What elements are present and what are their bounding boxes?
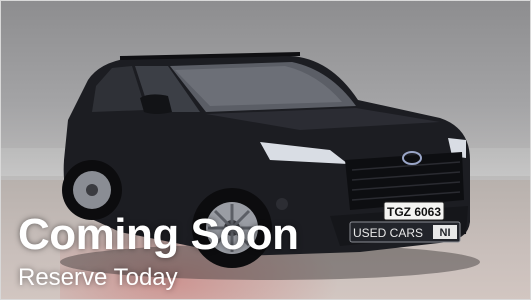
vehicle-photo: TGZ 6063 USED CARS NI Coming Soon Reserv… bbox=[0, 0, 531, 300]
dealer-plate-label: USED CARS bbox=[353, 226, 423, 240]
plate-text: TGZ 6063 bbox=[387, 205, 441, 219]
number-plate: TGZ 6063 bbox=[383, 201, 445, 221]
dealer-plate-suffix: NI bbox=[440, 227, 451, 239]
reserve-today-subtitle: Reserve Today bbox=[18, 264, 178, 291]
dealer-plate: USED CARS NI bbox=[349, 221, 461, 243]
coming-soon-title: Coming Soon bbox=[18, 210, 299, 259]
side-mirror bbox=[140, 94, 172, 114]
fog-lamp bbox=[276, 198, 288, 210]
